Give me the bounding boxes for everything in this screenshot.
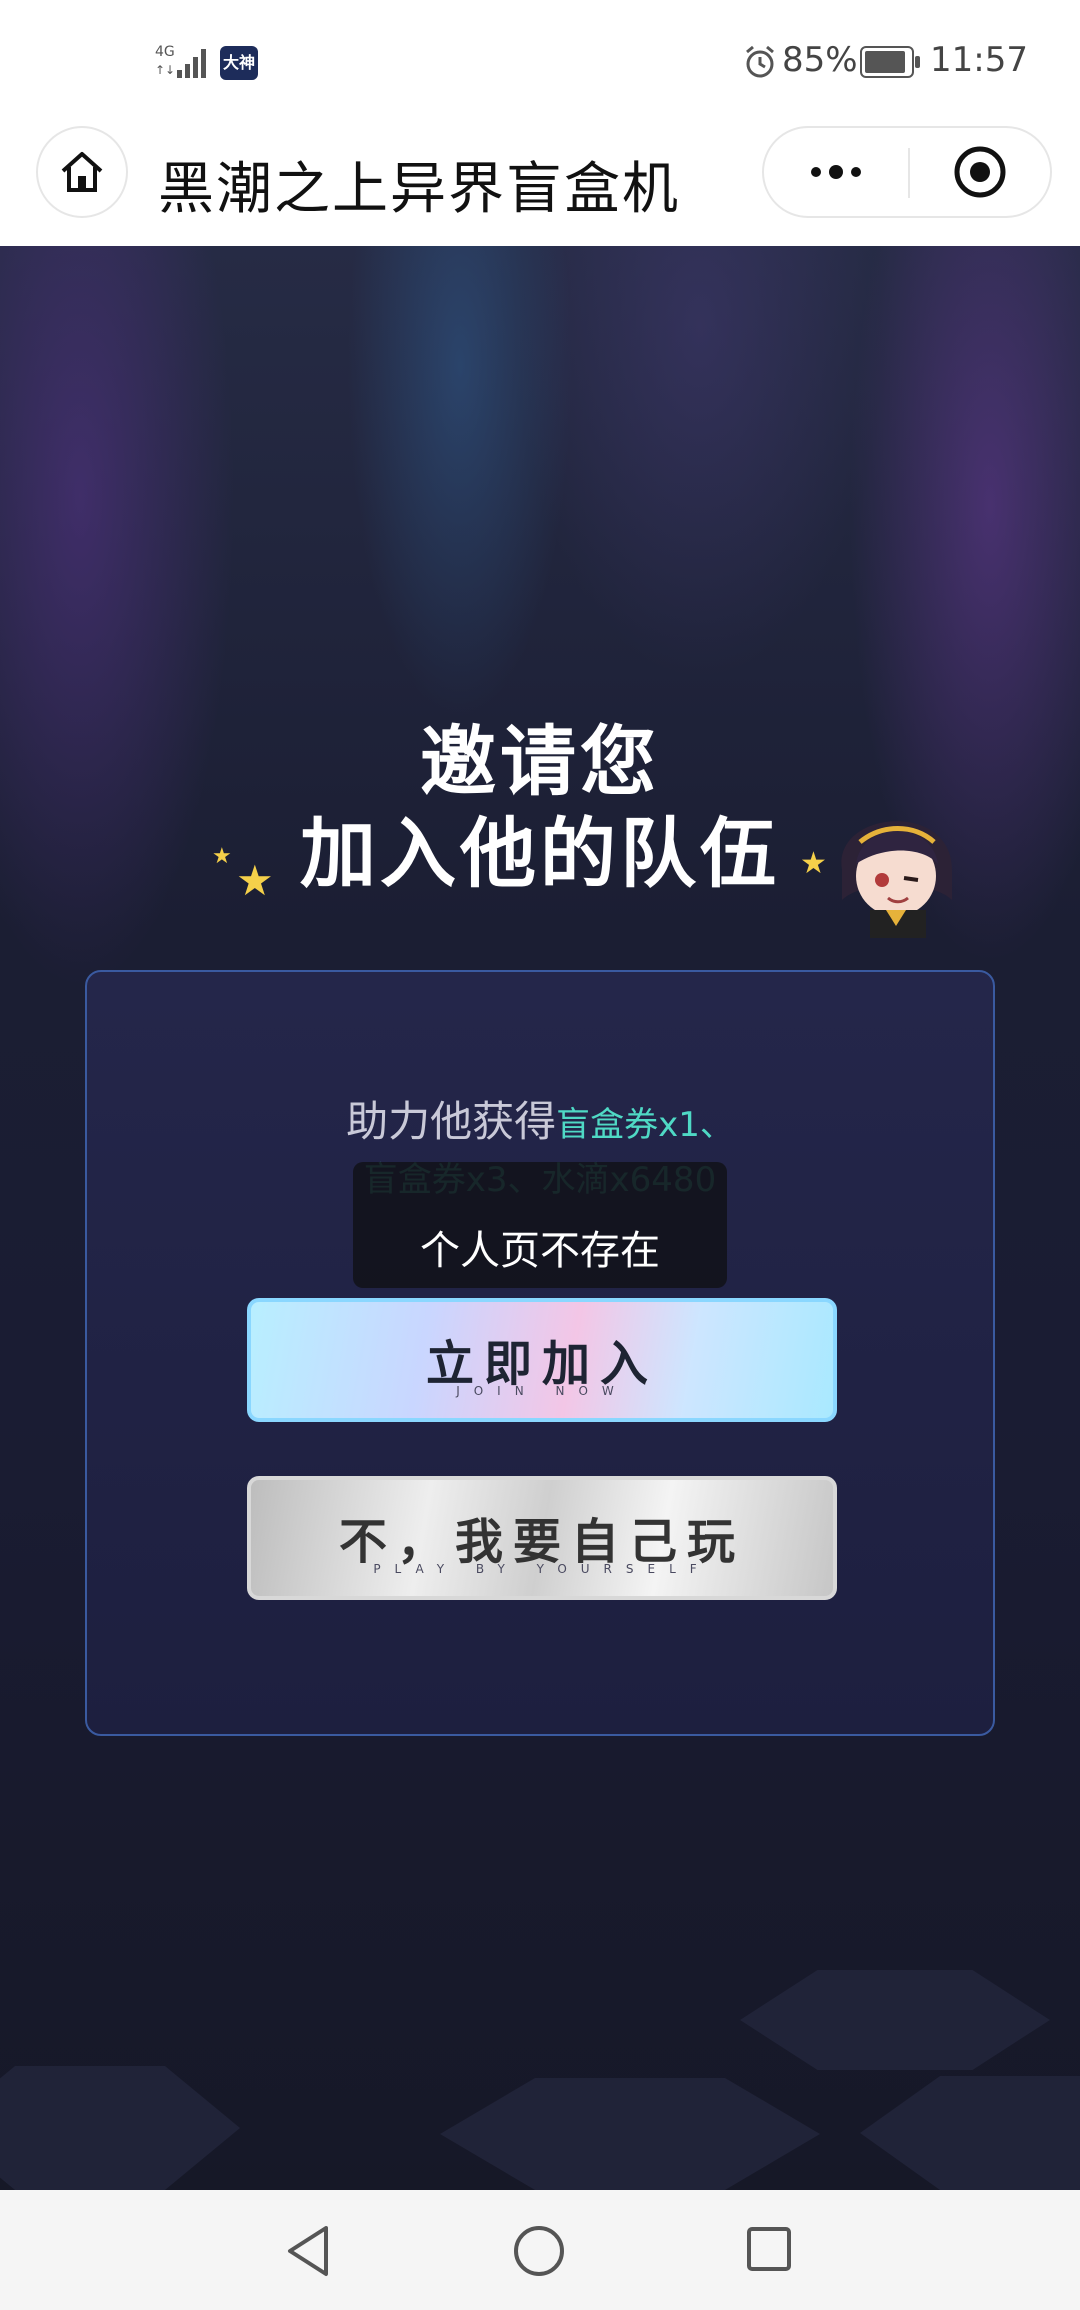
battery-icon xyxy=(860,46,920,78)
nav-bar: 黑潮之上异界盲盒机 xyxy=(0,124,1080,246)
app-badge: 大神 xyxy=(220,46,258,80)
home-circle-icon[interactable] xyxy=(512,2224,566,2278)
back-triangle-icon[interactable] xyxy=(284,2224,334,2278)
toast-message: 个人页不存在 xyxy=(353,1162,727,1288)
hex-decoration xyxy=(860,2076,1080,2190)
close-button[interactable] xyxy=(910,128,1050,216)
system-nav-bar xyxy=(0,2190,1080,2310)
main-content: 邀请您 加入他的队伍 ★ ★ ★ 助力他获得盲盒券x1、 盲盒券x3、水滴x64… xyxy=(0,246,1080,2190)
alarm-icon xyxy=(746,45,774,78)
page-title: 黑潮之上异界盲盒机 xyxy=(158,157,680,222)
decline-button-sublabel: PLAY BY YOURSELF xyxy=(373,1562,711,1576)
battery-percent: 85% xyxy=(782,40,858,80)
play-by-yourself-button[interactable]: 不，我要自己玩 PLAY BY YOURSELF xyxy=(247,1476,837,1600)
signal-icon: 4G ↑↓ xyxy=(155,44,206,78)
help-prefix: 助力他获得 xyxy=(346,1097,557,1146)
capsule-menu xyxy=(762,126,1052,218)
more-dots-icon xyxy=(811,165,861,179)
svg-text:4G: 4G xyxy=(155,44,175,60)
hex-decoration xyxy=(0,2066,240,2190)
help-text: 助力他获得盲盒券x1、 xyxy=(87,1088,993,1149)
join-now-button[interactable]: 立即加入 JOIN NOW xyxy=(247,1298,837,1422)
status-bar: 4G ↑↓ 大神 85% 11:57 xyxy=(0,0,1080,124)
hex-decoration xyxy=(440,2078,820,2190)
invite-card: 助力他获得盲盒券x1、 盲盒券x3、水滴x6480 个人页不存在 立即加入 JO… xyxy=(85,970,995,1736)
home-icon xyxy=(61,152,103,192)
hex-decoration xyxy=(740,1970,1050,2070)
star-icon: ★ xyxy=(236,856,274,905)
more-button[interactable] xyxy=(764,128,908,216)
join-button-sublabel: JOIN NOW xyxy=(456,1384,628,1398)
star-icon: ★ xyxy=(212,844,232,869)
clock: 11:57 xyxy=(930,40,1028,80)
target-close-icon xyxy=(954,146,1006,198)
reward-text-1: 盲盒券x1、 xyxy=(556,1105,734,1145)
recent-square-icon[interactable] xyxy=(746,2226,792,2272)
svg-text:↑↓: ↑↓ xyxy=(155,63,175,77)
mascot-avatar-icon xyxy=(841,821,952,938)
home-button[interactable] xyxy=(36,126,128,218)
toast-text: 个人页不存在 xyxy=(420,1228,660,1274)
